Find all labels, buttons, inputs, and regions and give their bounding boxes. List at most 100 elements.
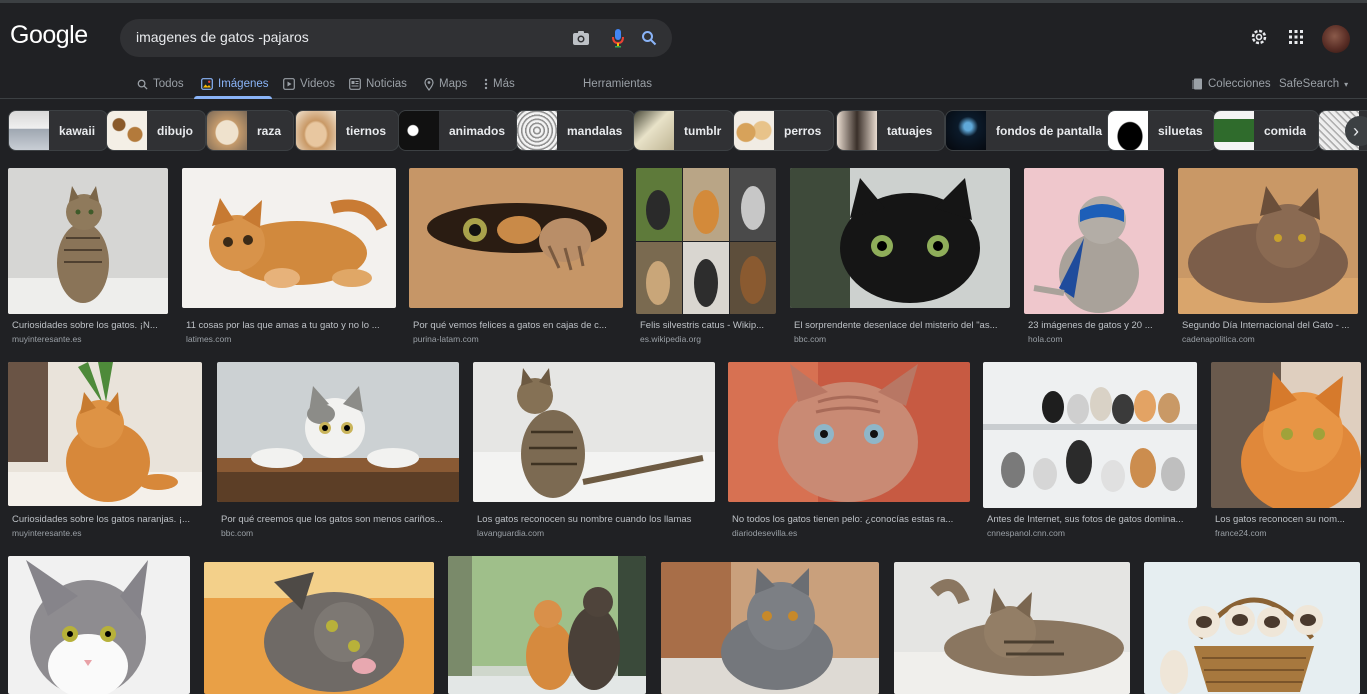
result-source[interactable]: hola.com bbox=[1028, 334, 1164, 344]
image-result[interactable]: Por qué vemos felices a gatos en cajas d… bbox=[409, 168, 623, 348]
result-image[interactable] bbox=[448, 556, 646, 694]
result-title[interactable]: 11 cosas por las que amas a tu gato y no… bbox=[186, 320, 396, 331]
result-title[interactable]: El sorprendente desenlace del misterio d… bbox=[794, 320, 1010, 331]
result-source[interactable]: cadenapolitica.com bbox=[1182, 334, 1358, 344]
result-title[interactable]: Los gatos reconocen su nombre cuando los… bbox=[477, 514, 715, 525]
tab-mas[interactable]: Más bbox=[484, 73, 515, 95]
chip-animados[interactable]: animados bbox=[398, 110, 519, 151]
safesearch-dropdown[interactable]: SafeSearch ▾ bbox=[1279, 73, 1348, 95]
image-result[interactable] bbox=[448, 556, 646, 694]
result-source[interactable]: es.wikipedia.org bbox=[640, 334, 776, 344]
chip-perros[interactable]: perros bbox=[733, 110, 835, 151]
chip-mandalas[interactable]: mandalas bbox=[516, 110, 636, 151]
search-icon[interactable] bbox=[638, 27, 660, 49]
result-image[interactable] bbox=[636, 168, 776, 314]
result-image[interactable] bbox=[8, 362, 202, 506]
image-result[interactable] bbox=[204, 562, 434, 694]
image-result[interactable]: Los gatos reconocen su nombre cuando los… bbox=[473, 362, 715, 542]
result-title[interactable]: Segundo Día Internacional del Gato - ... bbox=[1182, 320, 1358, 331]
result-image[interactable] bbox=[1178, 168, 1358, 314]
chip-comida[interactable]: comida bbox=[1213, 110, 1320, 151]
result-title[interactable]: No todos los gatos tienen pelo: ¿conocía… bbox=[732, 514, 970, 525]
result-title[interactable]: 23 imágenes de gatos y 20 ... bbox=[1028, 320, 1164, 331]
chip-tiernos[interactable]: tiernos bbox=[295, 110, 400, 151]
result-image[interactable] bbox=[1024, 168, 1164, 314]
result-source[interactable]: lavanguardia.com bbox=[477, 528, 715, 538]
result-source[interactable]: diariodesevilla.es bbox=[732, 528, 970, 538]
microphone-icon[interactable] bbox=[607, 27, 629, 49]
active-tab-indicator bbox=[194, 96, 272, 99]
result-image[interactable] bbox=[217, 362, 459, 502]
chips-next-arrow-icon[interactable]: › bbox=[1345, 116, 1367, 146]
image-result[interactable]: No todos los gatos tienen pelo: ¿conocía… bbox=[728, 362, 970, 542]
chip-kawaii[interactable]: kawaii bbox=[8, 110, 109, 151]
result-title[interactable]: Antes de Internet, sus fotos de gatos do… bbox=[987, 514, 1197, 525]
image-result[interactable] bbox=[8, 556, 190, 694]
result-image[interactable] bbox=[409, 168, 623, 308]
tab-maps[interactable]: Maps bbox=[424, 73, 467, 95]
image-result[interactable] bbox=[661, 562, 879, 694]
search-box[interactable]: imagenes de gatos -pajaros bbox=[120, 19, 672, 57]
result-source[interactable]: latimes.com bbox=[186, 334, 396, 344]
collections-label: Colecciones bbox=[1208, 78, 1271, 90]
apps-grid-icon[interactable] bbox=[1282, 23, 1310, 51]
result-image[interactable] bbox=[1144, 562, 1360, 694]
result-image[interactable] bbox=[182, 168, 396, 308]
account-avatar[interactable] bbox=[1322, 25, 1350, 53]
google-logo[interactable]: Google bbox=[10, 21, 88, 50]
tab-imagenes[interactable]: Imágenes bbox=[201, 73, 269, 95]
result-source[interactable]: bbc.com bbox=[221, 528, 459, 538]
chip-label: tatuajes bbox=[887, 123, 933, 138]
chip-dibujo[interactable]: dibujo bbox=[106, 110, 206, 151]
image-result[interactable]: Antes de Internet, sus fotos de gatos do… bbox=[983, 362, 1197, 542]
chip-siluetas[interactable]: siluetas bbox=[1107, 110, 1216, 151]
result-source[interactable]: purina-latam.com bbox=[413, 334, 623, 344]
chip-fondos-de-pantalla[interactable]: fondos de pantalla bbox=[945, 110, 1116, 151]
result-title[interactable]: Felis silvestris catus - Wikip... bbox=[640, 320, 776, 331]
image-result[interactable]: 23 imágenes de gatos y 20 ... hola.com bbox=[1024, 168, 1164, 348]
result-image[interactable] bbox=[473, 362, 715, 502]
chip-raza[interactable]: raza bbox=[206, 110, 295, 151]
tab-todos[interactable]: Todos bbox=[137, 73, 184, 95]
result-source[interactable]: bbc.com bbox=[794, 334, 1010, 344]
result-title[interactable]: Curiosidades sobre los gatos. ¡N... bbox=[12, 320, 168, 331]
result-image[interactable] bbox=[790, 168, 1010, 308]
image-result[interactable]: Por qué creemos que los gatos son menos … bbox=[217, 362, 459, 542]
image-result[interactable]: Los gatos reconocen su nom... france24.c… bbox=[1211, 362, 1361, 542]
image-result[interactable]: Felis silvestris catus - Wikip... es.wik… bbox=[636, 168, 776, 348]
tab-noticias[interactable]: Noticias bbox=[349, 73, 407, 95]
collections-link[interactable]: Colecciones bbox=[1192, 73, 1271, 95]
image-result[interactable] bbox=[894, 562, 1130, 694]
tab-videos[interactable]: Videos bbox=[283, 73, 335, 95]
chip-label: siluetas bbox=[1158, 123, 1203, 138]
result-image[interactable] bbox=[204, 562, 434, 694]
image-result[interactable]: Curiosidades sobre los gatos. ¡N... muyi… bbox=[8, 168, 168, 348]
result-title[interactable]: Curiosidades sobre los gatos naranjas. ¡… bbox=[12, 514, 202, 525]
result-source[interactable]: muyinteresante.es bbox=[12, 528, 202, 538]
result-title[interactable]: Por qué vemos felices a gatos en cajas d… bbox=[413, 320, 623, 331]
video-icon bbox=[283, 78, 295, 90]
result-source[interactable]: cnnespanol.cnn.com bbox=[987, 528, 1197, 538]
result-image[interactable] bbox=[728, 362, 970, 502]
result-image[interactable] bbox=[8, 556, 190, 694]
image-result[interactable] bbox=[1144, 562, 1360, 694]
result-image[interactable] bbox=[8, 168, 168, 314]
result-image[interactable] bbox=[894, 562, 1130, 694]
image-result[interactable]: El sorprendente desenlace del misterio d… bbox=[790, 168, 1010, 348]
result-title[interactable]: Los gatos reconocen su nom... bbox=[1215, 514, 1361, 525]
camera-icon[interactable] bbox=[570, 27, 592, 49]
image-result[interactable]: 11 cosas por las que amas a tu gato y no… bbox=[182, 168, 396, 348]
result-title[interactable]: Por qué creemos que los gatos son menos … bbox=[221, 514, 459, 525]
chip-tatuajes[interactable]: tatuajes bbox=[836, 110, 946, 151]
search-input[interactable]: imagenes de gatos -pajaros bbox=[136, 29, 309, 45]
result-image[interactable] bbox=[983, 362, 1197, 508]
result-source[interactable]: muyinteresante.es bbox=[12, 334, 168, 344]
tab-herramientas[interactable]: Herramientas bbox=[583, 73, 652, 95]
image-result[interactable]: Curiosidades sobre los gatos naranjas. ¡… bbox=[8, 362, 202, 542]
settings-gear-icon[interactable] bbox=[1245, 23, 1273, 51]
image-result[interactable]: Segundo Día Internacional del Gato - ...… bbox=[1178, 168, 1358, 348]
result-image[interactable] bbox=[1211, 362, 1361, 508]
result-source[interactable]: france24.com bbox=[1215, 528, 1361, 538]
chip-tumblr[interactable]: tumblr bbox=[633, 110, 735, 151]
result-image[interactable] bbox=[661, 562, 879, 694]
